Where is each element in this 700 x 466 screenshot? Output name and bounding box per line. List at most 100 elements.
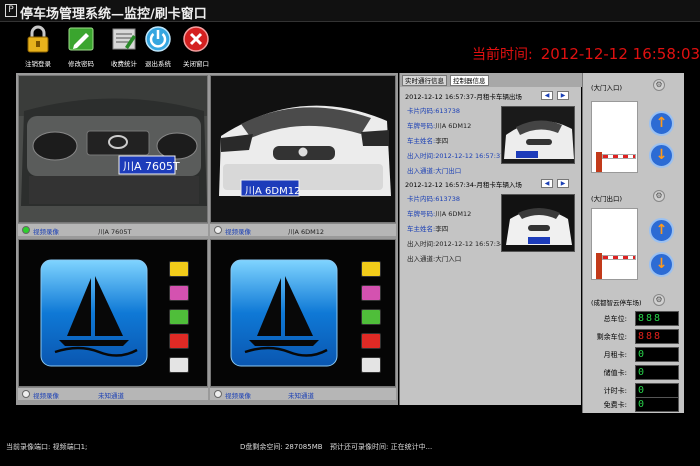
power-icon [145, 26, 171, 52]
video-plate-1: 川A 7605T [98, 228, 132, 236]
stats-gear-icon[interactable]: ⚙ [653, 294, 665, 306]
color-chip-white [361, 357, 381, 373]
video-select-radio-2[interactable] [214, 226, 222, 234]
video-caption-3: 视频录像 未知通道 [18, 387, 208, 400]
record-1: 2012-12-12 16:57:37-月租卡车辆出场 ◀ ▶ 卡片内码:613… [405, 91, 580, 177]
video-plate-2: 川A 6DM12 [288, 228, 325, 236]
record-1-plate: 川A 6DM12 [435, 122, 472, 130]
record-2-owner: 李四 [435, 225, 449, 233]
stat-total-spaces: 总车位: 888 [591, 311, 683, 327]
tab-controller-info[interactable]: 控制器信息 [450, 75, 489, 86]
video-select-radio-4[interactable] [214, 390, 222, 398]
app-icon: P [5, 4, 17, 17]
info-tabs: 实时通行信息 控制器信息 [400, 73, 582, 87]
record-1-head: 2012-12-12 16:57:37-月租卡车辆出场 [405, 93, 522, 101]
color-chip-red [361, 333, 381, 349]
color-chip-green [361, 309, 381, 325]
record-1-owner: 李四 [435, 137, 449, 145]
stat-free-value: 0 [635, 397, 679, 412]
color-chip-green [169, 309, 189, 325]
video-pane-3[interactable] [18, 239, 208, 387]
record-next-button[interactable]: ▶ [557, 91, 569, 100]
video-pane-2[interactable]: 川A 6DM12 [210, 75, 396, 223]
record-1-channel: 出入通道:大门出口 [407, 167, 462, 175]
tab-realtime-traffic[interactable]: 实时通行信息 [402, 75, 447, 86]
record-2-head: 2012-12-12 16:57:34-月租卡车辆入场 [405, 181, 522, 189]
status-record-port: 当前录像端口: 视频端口1; [6, 443, 88, 451]
entry-gate-view [591, 101, 638, 173]
logout-button[interactable]: 注销登录 [16, 25, 60, 71]
record-1-card: 卡片内码:613738 [407, 107, 461, 115]
record-next-button[interactable]: ▶ [557, 179, 569, 188]
exit-gate-view [591, 208, 638, 280]
entry-gate-label: (大门入口) [591, 84, 623, 92]
record-2-plate: 川A 6DM12 [435, 210, 472, 218]
title-bar: P 停车场管理系统—监控/刷卡窗口 [0, 0, 700, 22]
stat-timed-value: 0 [635, 383, 679, 398]
record-1-time: 出入时间:2012-12-12 16:57:37 [407, 152, 505, 160]
video-status-4: 视频录像 [225, 392, 251, 400]
record-2-time: 出入时间:2012-12-12 16:57:34 [407, 240, 505, 248]
status-disk-space: D盘剩余空间: 287085MB [240, 443, 323, 451]
entry-gate-arm [602, 154, 636, 159]
video-area: 川A 7605T 视频录像 川A 7605T 川A 6DM12 视频录像 川A … [16, 73, 398, 405]
entry-lower-button[interactable]: ↓ [649, 143, 674, 168]
window-title: 停车场管理系统—监控/刷卡窗口 [20, 7, 207, 22]
color-chip-magenta [169, 285, 189, 301]
stat-free-card: 免费卡: 0 [591, 397, 683, 413]
statistics-icon [112, 28, 136, 50]
color-chip-yellow [361, 261, 381, 277]
gate-control-panel: (大门入口) ⚙ ↑ ↓ (大门出口) ⚙ ↑ ↓ (成都智云停车场) ⚙ 总车… [582, 73, 684, 413]
exit-gear-icon[interactable]: ⚙ [653, 190, 665, 202]
record-prev-button[interactable]: ◀ [541, 179, 553, 188]
stat-total-value: 888 [635, 311, 679, 326]
camera-frame-2 [211, 76, 395, 222]
color-chip-yellow [169, 261, 189, 277]
lock-icon [27, 25, 49, 53]
stat-stored-value-card: 储值卡: 0 [591, 365, 683, 381]
record-2-channel: 出入通道:大门入口 [407, 255, 462, 263]
status-bar: 当前录像端口: 视频端口1; D盘剩余空间: 287085MB 预计还可录像时间… [0, 436, 700, 466]
video-pane-4[interactable] [210, 239, 396, 387]
record-1-snapshot[interactable] [501, 106, 575, 164]
record-2-card: 卡片内码:613738 [407, 195, 461, 203]
car-snapshot-1 [502, 107, 574, 163]
stat-monthly-card: 月租卡: 0 [591, 347, 683, 363]
video-status-1: 视频录像 [33, 228, 59, 236]
video-pane-1[interactable]: 川A 7605T [18, 75, 208, 223]
color-chip-magenta [361, 285, 381, 301]
parking-lot-title: (成都智云停车场) [591, 299, 642, 307]
video-caption-4: 视频录像 未知通道 [210, 387, 396, 400]
current-time-label: 当前时间: [472, 47, 533, 63]
color-chip-white [169, 357, 189, 373]
stat-remaining-spaces: 剩余车位: 888 [591, 329, 683, 345]
video-select-radio-1[interactable] [22, 226, 30, 234]
record-2-snapshot[interactable] [501, 194, 575, 252]
video-select-radio-3[interactable] [22, 390, 30, 398]
stat-remaining-value: 888 [635, 329, 679, 344]
stat-monthly-value: 0 [635, 347, 679, 362]
car-snapshot-2 [502, 195, 574, 251]
video-caption-1: 视频录像 川A 7605T [18, 223, 208, 236]
current-time-value: 2012-12-12 16:58:03 [540, 45, 700, 63]
status-record-estimate: 预计还可录像时间: 正在统计中... [330, 443, 433, 451]
entry-raise-button[interactable]: ↑ [649, 111, 674, 136]
video-status-2: 视频录像 [225, 228, 251, 236]
exit-raise-button[interactable]: ↑ [649, 218, 674, 243]
close-window-button[interactable]: 关闭窗口 [174, 25, 218, 71]
color-chip-red [169, 333, 189, 349]
current-time: 当前时间: 2012-12-12 16:58:03 [472, 44, 700, 64]
exit-gate-arm [602, 255, 636, 260]
video-caption-2: 视频录像 川A 6DM12 [210, 223, 396, 236]
plate-overlay-1: 川A 7605T [123, 160, 180, 173]
info-panel: 实时通行信息 控制器信息 2012-12-12 16:57:37-月租卡车辆出场… [399, 73, 582, 405]
record-prev-button[interactable]: ◀ [541, 91, 553, 100]
record-2: 2012-12-12 16:57:34-月租卡车辆入场 ◀ ▶ 卡片内码:613… [405, 179, 580, 265]
camera-frame-1 [19, 76, 207, 222]
entry-gear-icon[interactable]: ⚙ [653, 79, 665, 91]
exit-lower-button[interactable]: ↓ [649, 252, 674, 277]
video-status-3: 视频录像 [33, 392, 59, 400]
video-channel-3: 未知通道 [98, 392, 124, 400]
plate-overlay-2: 川A 6DM12 [245, 186, 301, 197]
change-password-button[interactable]: 修改密码 [59, 25, 103, 71]
